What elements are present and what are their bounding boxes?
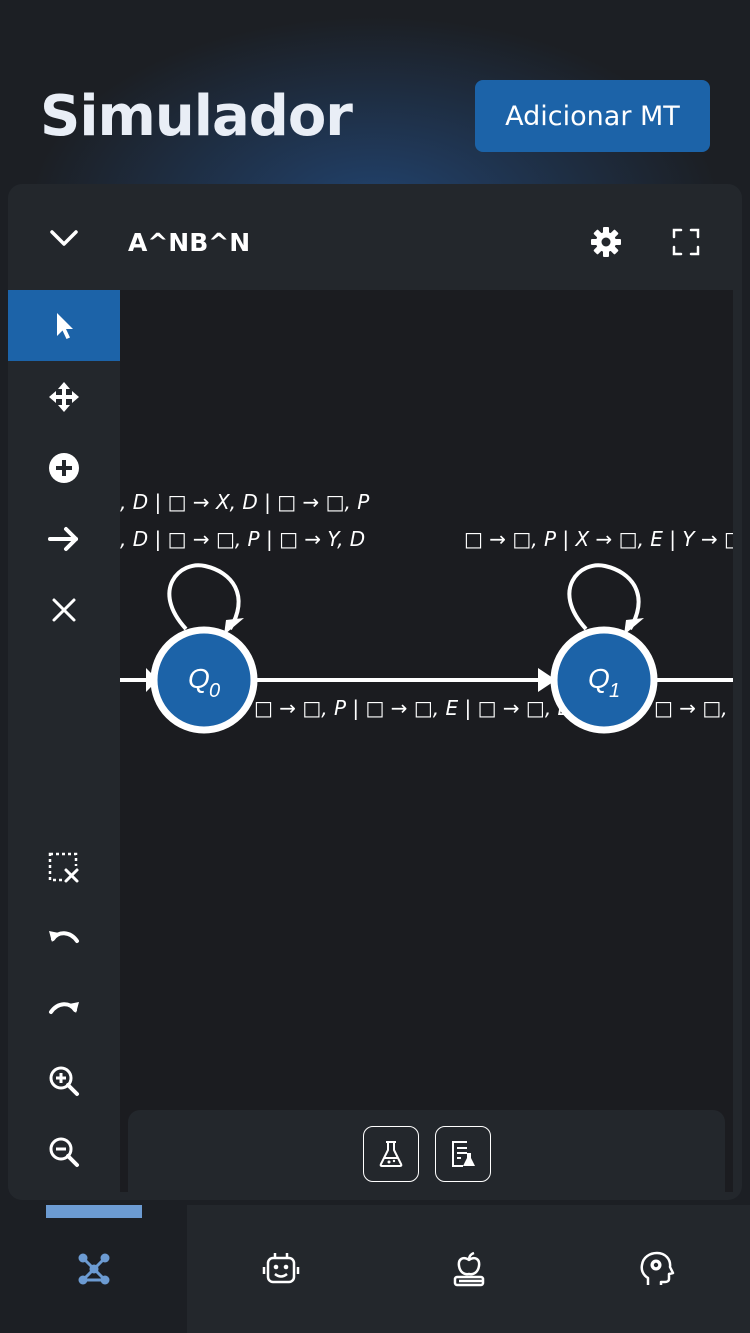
nav-learn[interactable] (375, 1205, 562, 1333)
redo-button[interactable] (8, 974, 120, 1045)
bottom-navigation (0, 1205, 750, 1333)
robot-icon (262, 1253, 299, 1284)
zoom-out-icon (49, 1137, 79, 1167)
delete-icon (52, 598, 76, 621)
state-q1[interactable]: Q 1 (550, 626, 658, 734)
head-gear-icon (640, 1251, 674, 1285)
gear-icon[interactable] (590, 226, 622, 258)
fullscreen-icon[interactable] (672, 228, 700, 256)
edge-q1-out-label: □ → □, (654, 696, 728, 720)
state-diagram: , D | □ → X, D | □ → □, P , D | □ → □, P… (120, 490, 733, 734)
diagram-canvas[interactable]: , D | □ → X, D | □ → □, P , D | □ → □, P… (120, 290, 733, 1192)
q0-loop-label-2: , D | □ → □, P | □ → Y, D (120, 527, 365, 551)
zoom-in-button[interactable] (8, 1045, 120, 1116)
editor-toolbar (8, 290, 120, 1200)
chevron-down-icon[interactable] (48, 226, 80, 250)
graph-icon (78, 1253, 109, 1285)
nav-automata[interactable] (187, 1205, 374, 1333)
test-list-icon (452, 1141, 475, 1167)
add-machine-button[interactable]: Adicionar MT (475, 80, 710, 152)
add-transition-tool-button[interactable] (8, 503, 120, 574)
apple-book-icon (453, 1251, 484, 1287)
add-state-icon (49, 452, 79, 483)
panel-header: A^NB^N (8, 184, 742, 290)
q0-loop-label-1: , D | □ → X, D | □ → □, P (120, 490, 370, 514)
test-list-button[interactable] (435, 1126, 491, 1182)
undo-button[interactable] (8, 903, 120, 974)
move-icon (49, 381, 79, 412)
flask-icon (379, 1141, 403, 1167)
state-q0-letter: Q (188, 663, 210, 694)
page-title: Simulador (40, 84, 353, 149)
edge-q0-q1-label: □ → □, P | □ → □, E | □ → □, E (254, 696, 571, 720)
machine-name: A^NB^N (128, 228, 251, 257)
move-tool-button[interactable] (8, 361, 120, 432)
nav-settings-mind[interactable] (562, 1205, 749, 1333)
add-state-tool-button[interactable] (8, 432, 120, 503)
nav-active-indicator (46, 1205, 142, 1218)
q1-loop-label: □ → □, P | X → □, E | Y → □ (464, 527, 733, 551)
state-q0[interactable]: Q 0 (150, 626, 258, 734)
q0-self-loop[interactable] (167, 563, 241, 631)
q1-self-loop[interactable] (567, 563, 641, 631)
undo-icon (49, 930, 79, 943)
pointer-tool-button[interactable] (8, 290, 120, 361)
zoom-out-button[interactable] (8, 1116, 120, 1187)
zoom-in-icon (49, 1066, 79, 1096)
state-q1-letter: Q (588, 663, 610, 694)
run-test-button[interactable] (363, 1126, 419, 1182)
clear-selection-icon (48, 852, 80, 884)
simulation-tools-bar (128, 1110, 725, 1192)
nav-simulator[interactable] (0, 1205, 187, 1333)
delete-tool-button[interactable] (8, 574, 120, 645)
pointer-icon (57, 312, 73, 339)
clear-selection-button[interactable] (8, 832, 120, 903)
state-q0-subscript: 0 (209, 680, 220, 702)
add-transition-icon (48, 526, 78, 551)
redo-icon (49, 1001, 79, 1014)
state-q1-subscript: 1 (609, 680, 620, 702)
